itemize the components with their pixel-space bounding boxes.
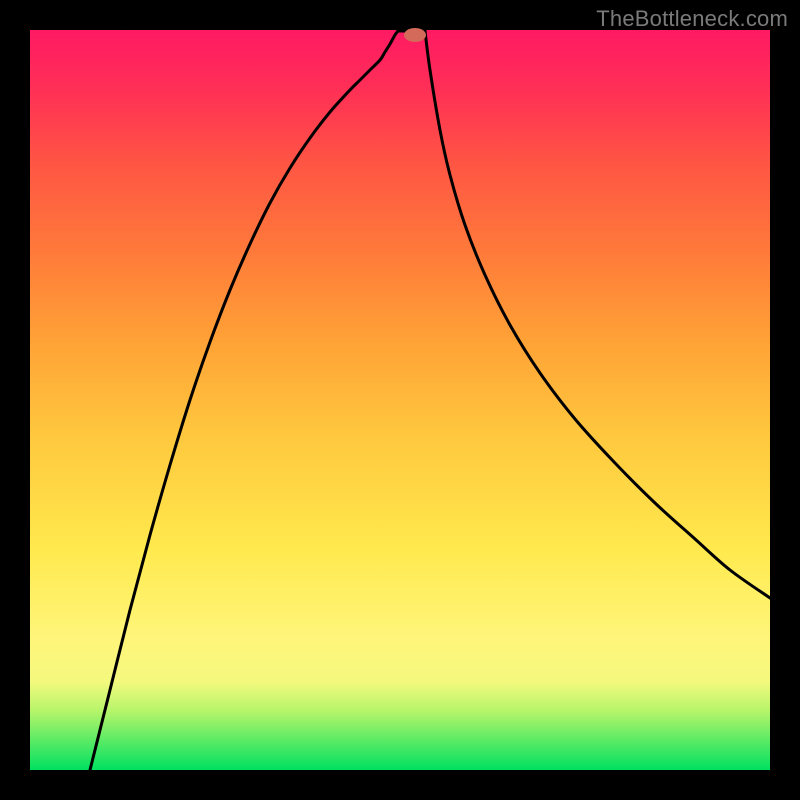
- minimum-marker: [404, 28, 426, 42]
- left-curve-path: [90, 31, 398, 770]
- chart-frame: TheBottleneck.com: [0, 0, 800, 800]
- series-group: [90, 31, 770, 770]
- attribution-label: TheBottleneck.com: [596, 6, 788, 32]
- plot-area: [30, 30, 770, 770]
- right-curve-path: [425, 31, 770, 598]
- chart-svg: [30, 30, 770, 770]
